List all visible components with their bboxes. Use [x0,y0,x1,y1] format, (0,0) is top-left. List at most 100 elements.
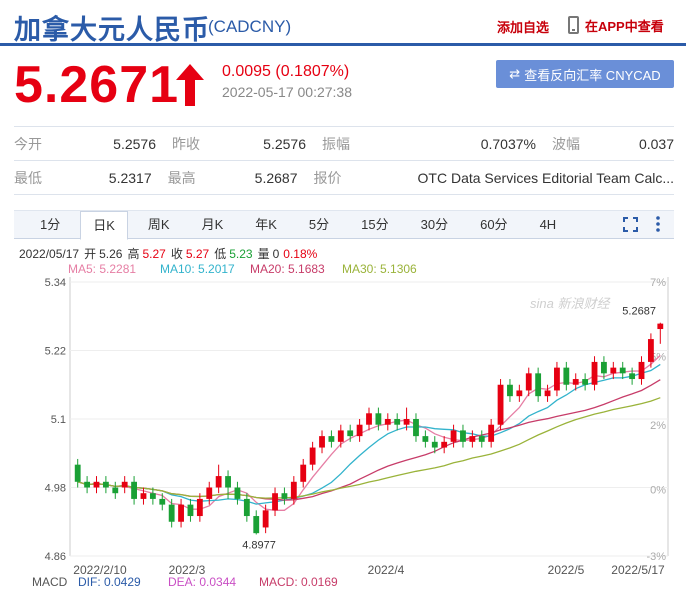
candle-body [647,339,654,362]
candle-body [413,419,419,437]
quote-source-value: OTC Data Services Editorial Team Calc... [417,169,675,186]
candle-body [131,481,137,499]
candle-body [149,493,156,499]
candle-body [262,510,269,528]
high-value: 5.2687 [254,169,298,186]
tab-monthly-k[interactable]: 月K [190,211,236,239]
dea-value: DEA: 0.0344 [168,575,236,589]
stats-row: 今开 5.2576 昨收 5.2576 振幅 0.7037% 波幅 0.037 [14,127,674,161]
y-tick-label: 5.1 [51,414,66,426]
reverse-rate-label: 查看反向汇率 CNYCAD [524,67,661,83]
candle-body [441,441,448,448]
amplitude-value: 0.7037% [480,135,536,152]
tab-60min[interactable]: 60分 [468,211,519,239]
candle-body [234,487,241,499]
candle-body [121,481,128,488]
candle-body [403,419,410,425]
page-title: 加拿大元人民币 [14,15,210,45]
candle-body [497,384,504,425]
candle-body [394,419,401,425]
candle-body [328,436,335,442]
candle-body [243,498,250,517]
open-label: 今开 [14,135,42,152]
candle-body [554,367,560,391]
currency-code: (CADCNY) [208,17,292,36]
candle-body [582,379,589,385]
candle-body [356,424,363,437]
candles [74,322,664,535]
candle-body [300,464,307,482]
candle-body [610,367,617,374]
candle-body [591,361,598,385]
candle-body [657,323,664,330]
candle-body [422,436,429,442]
candle-body [140,493,147,499]
ma10-legend: MA10: 5.2017 [160,262,235,276]
reverse-rate-button[interactable]: ⇄ 查看反向汇率 CNYCAD [496,60,674,88]
tab-weekly-k[interactable]: 周K [136,211,182,239]
macd-label: MACD [32,575,68,589]
y-tick-label: 4.86 [45,551,66,563]
pct-tick-label: 0% [650,485,666,497]
mobile-phone-icon [568,16,579,34]
candle-body [488,424,495,442]
info-line: 2022/05/17 开 5.26 高 5.27 收 5.27 低 5.23 量 0 0.18% [19,246,318,261]
candle-body [159,498,166,505]
prev-close-value: 5.2576 [263,135,306,152]
candle-body [375,413,382,425]
tab-daily-k[interactable]: 日K [80,210,128,240]
x-tick-label: 2022/4 [368,563,405,577]
candle-body [337,430,344,442]
tab-yearly-k[interactable]: 年K [243,211,289,239]
candle-body [319,436,325,448]
swap-arrows-icon: ⇄ [509,66,521,81]
candle-body [572,379,579,385]
ma20-legend: MA20: 5.1683 [250,262,325,276]
prev-close-label: 昨收 [172,135,200,152]
candle-body [168,504,175,522]
y-axis-labels: 5.34 5.22 5.1 4.98 4.86 [45,277,66,563]
open-in-app-link[interactable]: 在APP中查看 [568,14,664,36]
pct-tick-label: 7% [650,277,666,289]
candle-body [507,384,513,397]
x-tick-label: 2022/5 [548,563,585,577]
high-label: 最高 [167,169,196,186]
candle-body [112,487,119,494]
tab-15min[interactable]: 15分 [349,211,400,239]
y-tick-label: 5.34 [45,277,66,289]
tab-1min[interactable]: 1分 [28,211,72,239]
candle-body [460,430,466,442]
candle-body [215,476,222,488]
fullscreen-icon[interactable] [623,217,638,232]
tab-4h[interactable]: 4H [528,211,569,239]
add-to-watchlist-link[interactable]: 添加自选 [497,17,549,36]
candle-body [196,498,203,517]
amplitude-label: 振幅 [322,135,350,152]
wave-label: 波幅 [552,135,580,152]
candle-body [178,504,184,522]
candle-body [347,430,354,437]
chart-period-tabs: 1分 日K 周K 月K 年K 5分 15分 30分 60分 4H [14,210,674,240]
candle-body [74,464,81,482]
candlestick-chart[interactable]: 2022/05/17 开 5.26 高 5.27 收 5.27 低 5.23 量 0 0.18% MA… [0,240,686,593]
candle-body [563,367,570,385]
tab-5min[interactable]: 5分 [297,211,341,239]
candle-body [290,481,297,499]
wave-value: 0.037 [638,135,674,152]
tab-30min[interactable]: 30分 [409,211,460,239]
x-tick-label: 2022/5/17 [611,563,665,577]
quote-stats-table: 今开 5.2576 昨收 5.2576 振幅 0.7037% 波幅 0.037 … [14,126,674,195]
high-price-label: 5.2687 [622,306,656,318]
ma10-line [77,363,661,505]
more-options-icon[interactable] [655,215,661,233]
candle-body [272,493,278,511]
x-axis-labels: 2022/2/10 2022/3 2022/4 2022/5 2022/5/17 [73,563,665,577]
candle-body [206,487,213,499]
y-tick-label: 5.22 [45,346,66,358]
candle-body [601,361,607,374]
candle-body [281,493,288,499]
candle-body [102,481,109,488]
price-change: 0.0095 (0.1807%) [222,63,350,80]
candle-body [366,413,372,425]
candle-body [309,447,316,465]
